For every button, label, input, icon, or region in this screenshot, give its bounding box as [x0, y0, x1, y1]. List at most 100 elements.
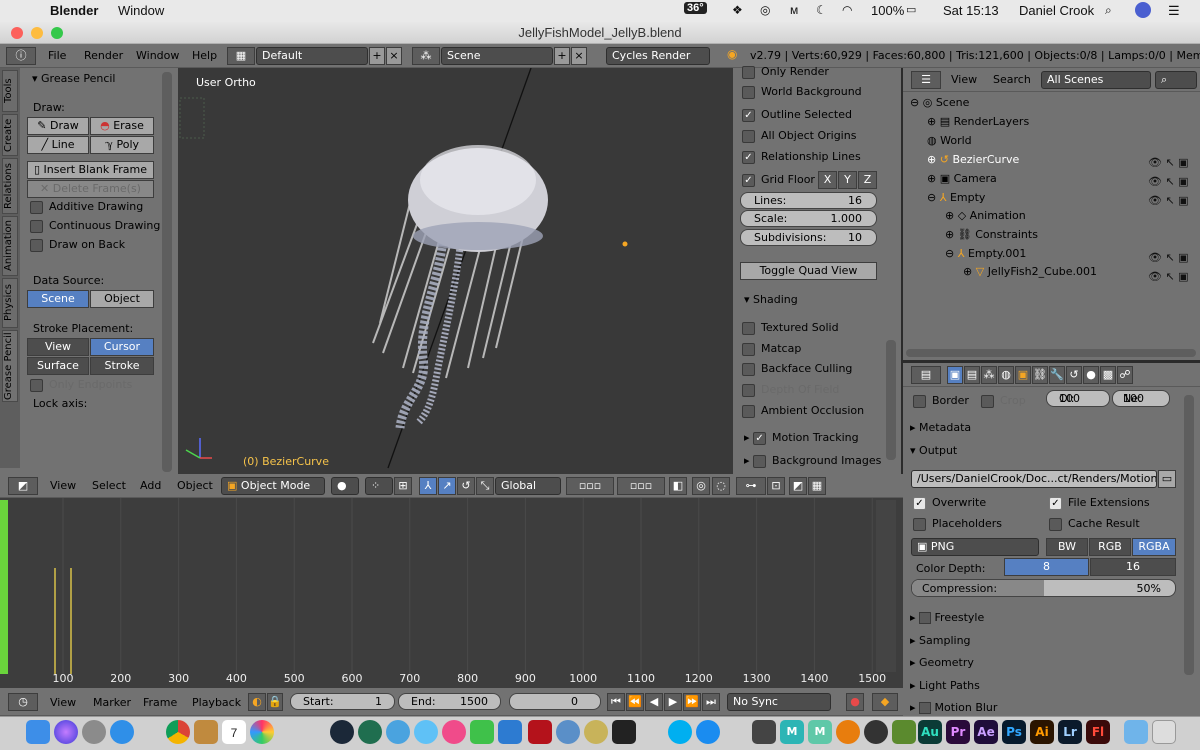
skype-icon[interactable] [668, 720, 692, 744]
grid-scale-field[interactable]: Scale: 1.000 [740, 210, 877, 227]
tab-tools[interactable]: Tools [2, 70, 18, 112]
layout-icon[interactable]: ▦ [227, 47, 255, 65]
flux-icon[interactable]: ☾ [816, 3, 827, 17]
freestyle-panel-header[interactable]: ▸ Freestyle [910, 608, 1180, 628]
folder-icon[interactable] [1124, 720, 1148, 744]
close-window-button[interactable] [11, 27, 23, 39]
menubar-app-name[interactable]: Blender [50, 3, 98, 18]
menubar-clock[interactable]: Sat 15:13 [943, 3, 999, 18]
snap-target-icon[interactable]: ⊡ [767, 477, 785, 495]
toggle-quad-view-button[interactable]: Toggle Quad View [740, 262, 877, 280]
play-reverse-icon[interactable]: ◀ [645, 693, 663, 711]
trash-icon[interactable] [1152, 720, 1176, 744]
placement-stroke-button[interactable]: Stroke [90, 357, 154, 375]
layout-select[interactable]: Default [256, 47, 368, 65]
placement-surface-button[interactable]: Surface [27, 357, 89, 375]
all-object-origins-checkbox[interactable]: All Object Origins [742, 129, 856, 143]
grid-axis-z-toggle[interactable]: Z [858, 171, 877, 189]
record-icon[interactable]: ● [846, 693, 864, 711]
color-depth-16-button[interactable]: 16 [1090, 558, 1176, 576]
render-animation-icon[interactable]: ▦ [808, 477, 826, 495]
calendar-icon[interactable]: 7 [222, 720, 246, 744]
notification-center-icon[interactable]: ☰ [1168, 3, 1180, 19]
outline-selected-checkbox[interactable]: ✓ Outline Selected [742, 108, 852, 122]
shading-panel-header[interactable]: ▾ Shading [744, 293, 798, 306]
placement-cursor-button[interactable]: Cursor [90, 338, 154, 356]
snap-element-select[interactable]: ⊶ [736, 477, 766, 495]
mudbox-icon[interactable]: M [808, 720, 832, 744]
layers-right-block[interactable]: ▫▫▫ [617, 477, 665, 495]
jump-end-icon[interactable]: ⏭ [702, 693, 720, 711]
file-extensions-checkbox[interactable]: ✓ File Extensions [1049, 496, 1150, 510]
zoom-window-button[interactable] [51, 27, 63, 39]
data-tab-icon[interactable]: ↺ [1066, 366, 1082, 384]
physics-tab-icon[interactable]: ☍ [1117, 366, 1133, 384]
add-layout-icon[interactable]: + [369, 47, 385, 65]
outliner-editor-icon[interactable]: ☰ [911, 71, 941, 89]
editor-type-icon[interactable]: ⓘ [6, 47, 36, 65]
current-frame-field[interactable]: 0 [509, 693, 601, 710]
line-button[interactable]: ╱ Line [27, 136, 89, 154]
textured-solid-checkbox[interactable]: Textured Solid [742, 321, 839, 335]
outliner-item-scene[interactable]: ⊖ ◎ Scene [910, 96, 969, 109]
tab-physics[interactable]: Physics [2, 278, 18, 328]
ambient-occlusion-checkbox[interactable]: Ambient Occlusion [742, 404, 864, 418]
menu-file[interactable]: File [48, 49, 66, 62]
notes-icon[interactable] [194, 720, 218, 744]
insert-blank-frame-button[interactable]: ▯ Insert Blank Frame [27, 161, 154, 179]
properties-editor-scrollbar[interactable] [1184, 395, 1194, 675]
render-still-icon[interactable]: ◩ [789, 477, 807, 495]
object-tab-icon[interactable]: ▣ [1015, 366, 1031, 384]
menubar-user[interactable]: Daniel Crook [1019, 3, 1094, 18]
color-bw-button[interactable]: BW [1046, 538, 1088, 556]
outliner-filter-select[interactable]: All Scenes [1041, 71, 1151, 89]
grid-axis-x-toggle[interactable]: X [818, 171, 837, 189]
wifi-icon[interactable]: ◠ [842, 3, 852, 17]
siri-dock-icon[interactable] [54, 720, 78, 744]
menu-help[interactable]: Help [192, 49, 217, 62]
manipulator-icon[interactable]: ⊞ [394, 477, 412, 495]
only-render-checkbox[interactable]: Only Render [742, 65, 829, 79]
poly-button[interactable]: ℽ Poly [90, 136, 154, 154]
auto-keying-icon[interactable]: ◐ [248, 693, 266, 711]
rotate-manipulator-icon[interactable]: ↺ [457, 477, 475, 495]
outliner-item-jellyfish-mesh[interactable]: ⊕ ▽ JellyFish2_Cube.001 [963, 265, 1097, 278]
prev-keyframe-icon[interactable]: ⏪ [626, 693, 644, 711]
itunes-icon[interactable] [442, 720, 466, 744]
continuous-drawing-checkbox[interactable]: Continuous Drawing [30, 219, 160, 233]
draw-button[interactable]: ✎ Draw [27, 117, 89, 135]
outliner-item-constraints[interactable]: ⊕ ⛓ Constraints [945, 228, 1038, 241]
play-icon[interactable]: ▶ [664, 693, 682, 711]
backface-culling-checkbox[interactable]: Backface Culling [742, 362, 852, 376]
blender-dock-icon[interactable] [836, 720, 860, 744]
lock-time-icon[interactable]: 🔒 [267, 693, 283, 711]
outliner-item-renderlayers[interactable]: ⊕ ▤ RenderLayers [927, 115, 1029, 128]
after-effects-icon[interactable]: Ae [974, 720, 998, 744]
menu-window[interactable]: Window [136, 49, 179, 62]
draw-on-back-checkbox[interactable]: Draw on Back [30, 238, 125, 252]
tab-animation[interactable]: Animation [2, 216, 18, 276]
outliner-item-beziercurve[interactable]: ⊕ ↺ BezierCurve [927, 153, 1019, 166]
remove-scene-icon[interactable]: × [571, 47, 587, 65]
outliner-item-camera[interactable]: ⊕ ▣ Camera [927, 172, 997, 185]
delete-frames-button[interactable]: ✕ Delete Frame(s) [27, 180, 154, 198]
shop-app-icon[interactable] [612, 720, 636, 744]
tab-relations[interactable]: Relations [2, 158, 18, 214]
inkscape-icon[interactable] [584, 720, 608, 744]
grease-pencil-panel-header[interactable]: ▾ Grease Pencil [32, 72, 115, 85]
minimize-window-button[interactable] [31, 27, 43, 39]
compression-slider[interactable]: Compression: 50% [911, 579, 1176, 597]
crop-checkbox[interactable]: Crop [981, 394, 1026, 408]
outliner-item-empty[interactable]: ⊖ ⅄ Empty [927, 191, 985, 204]
audition-icon[interactable]: Au [918, 720, 942, 744]
end-frame-field[interactable]: End: 1500 [398, 693, 501, 710]
app-store-icon[interactable] [696, 720, 720, 744]
menubar-window[interactable]: Window [118, 3, 164, 18]
data-source-object-button[interactable]: Object [90, 290, 154, 308]
xcode-icon[interactable] [386, 720, 410, 744]
data-source-scene-button[interactable]: Scene [27, 290, 89, 308]
view3d-menu-object[interactable]: Object [177, 479, 213, 492]
outliner-search-menu[interactable]: Search [993, 73, 1031, 86]
rstudio-icon[interactable] [556, 720, 580, 744]
outliner-scrollbar[interactable] [906, 349, 1196, 357]
